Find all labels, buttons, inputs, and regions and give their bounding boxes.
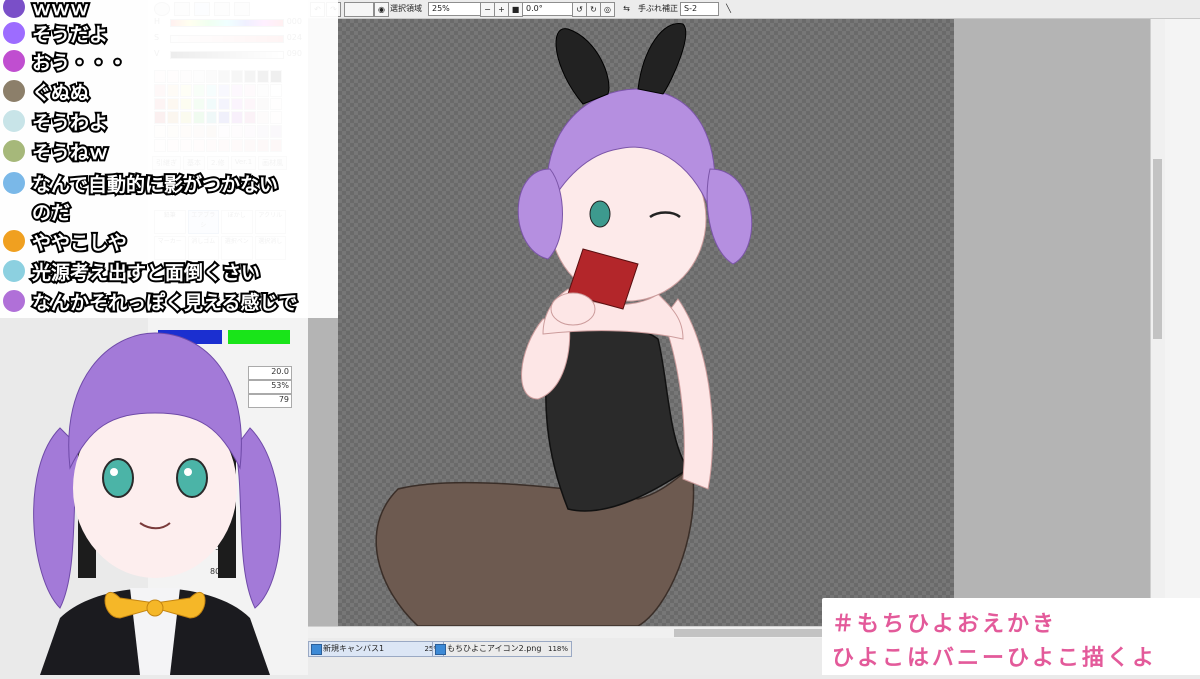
doc-tab-name: 新規キャンバス1 (323, 644, 385, 653)
chat-user-avatar-icon (2, 171, 26, 195)
zoom-out-icon[interactable]: − (480, 2, 495, 17)
vtuber-avatar (0, 318, 308, 675)
chat-user-avatar-icon (2, 289, 26, 313)
main-toolbar: ↶ ↷ ◉ 選択領域 25% − + ■ 0.0° ↺ ↻ ◎ ⇆ 手ぶれ補正 … (308, 0, 1200, 19)
drawing-canvas[interactable] (338, 19, 954, 627)
rotation-select[interactable]: 0.0° (522, 2, 573, 16)
stream-chat-overlay: ｗｗｗ そうだよ おう・・・ぐぬぬそうわよそうねｗ なんで自動的に影がつかない のだやや… (0, 0, 338, 318)
doc-tab-name: もちひよこアイコン2.png (447, 644, 542, 653)
stabilizer-select[interactable]: S-2 (680, 2, 719, 16)
flip-icon[interactable]: ⇆ (620, 2, 633, 15)
vertical-scrollbar[interactable] (1150, 19, 1165, 626)
chat-user-avatar-icon (2, 229, 26, 253)
background-strip (1164, 0, 1200, 600)
zoom-in-icon[interactable]: + (494, 2, 509, 17)
line-tool-icon[interactable]: ╲ (722, 2, 735, 15)
rotate-reset-icon[interactable]: ◎ (600, 2, 615, 17)
chat-message-text: のだ (30, 200, 72, 226)
chat-user-avatar-icon (2, 259, 26, 283)
chat-message-text: 光源考え出すと面倒くさい (30, 260, 262, 286)
chat-message-text: そうねｗ (30, 140, 110, 166)
document-icon (435, 644, 446, 655)
selection-label: 選択領域 (390, 4, 422, 13)
chat-message-text: ややこしや (30, 230, 129, 256)
chat-user-avatar-icon (2, 79, 26, 103)
chat-message-text: おう・・・ (30, 50, 129, 76)
zoom-reset-icon[interactable]: ■ (508, 2, 523, 17)
chat-user-avatar-icon (2, 139, 26, 163)
caption-subtitle: ひよこはバニーひよこ描くよ (832, 646, 1158, 671)
chat-user-avatar-icon (2, 0, 26, 19)
chat-message-text: ｗｗｗ (30, 0, 91, 22)
rotate-right-icon[interactable]: ↻ (586, 2, 601, 17)
chat-user-avatar-icon (2, 49, 26, 73)
workspace (308, 19, 1164, 627)
zoom-select[interactable]: 25% (428, 2, 483, 16)
chat-message-text: ぐぬぬ (30, 80, 91, 106)
chat-user-avatar-icon (2, 109, 26, 133)
vertical-scroll-thumb[interactable] (1153, 159, 1162, 339)
rotate-left-icon[interactable]: ↺ (572, 2, 587, 17)
chat-message-text: なんで自動的に影がつかない (30, 172, 280, 198)
doc-tab-zoom: 118% (547, 645, 568, 653)
vtuber-avatar-art (33, 332, 282, 675)
deselect-button[interactable] (344, 2, 374, 17)
chat-message-text: なんかそれっぽく見える感じで (30, 290, 299, 316)
stabilizer-label: 手ぶれ補正 (638, 4, 678, 13)
doc-tab-icon-png[interactable]: もちひよこアイコン2.png 118% (432, 641, 572, 657)
document-icon (311, 644, 322, 655)
caption-hashtag: ＃もちひよおえかき (832, 612, 1058, 637)
chat-message-text: そうだよ (30, 22, 110, 48)
visibility-eye-icon[interactable]: ◉ (374, 2, 389, 17)
stream-caption: ＃もちひよおえかき ひよこはバニーひよこ描くよ (822, 598, 1200, 675)
chat-user-avatar-icon (2, 21, 26, 45)
doc-tab-canvas1[interactable]: 新規キャンバス1 25% (308, 641, 444, 657)
chat-message-text: そうわよ (30, 110, 110, 136)
bunny-girl-illustration (375, 23, 753, 627)
